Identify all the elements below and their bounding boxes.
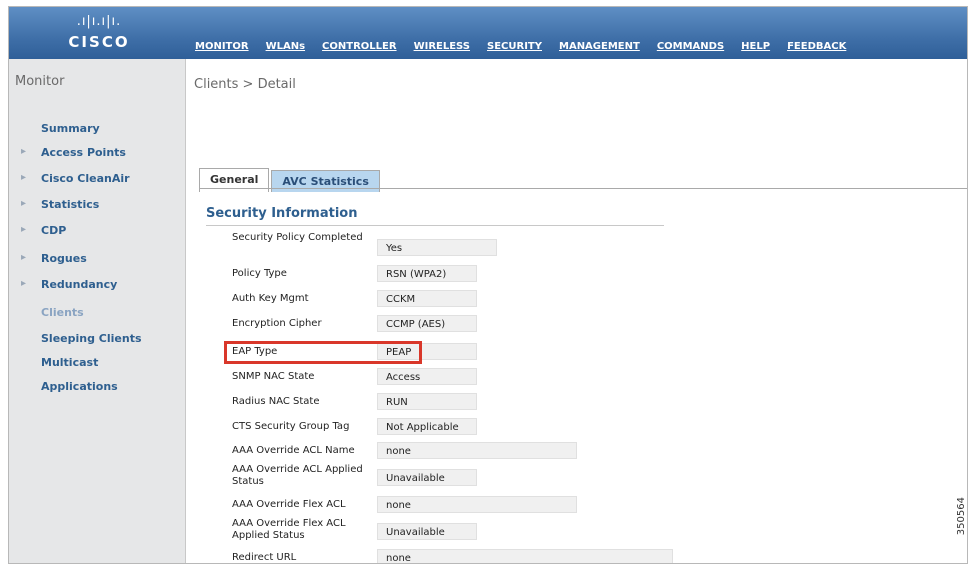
- sidebar-item-sleeping-clients[interactable]: Sleeping Clients: [41, 332, 142, 345]
- menu-management[interactable]: MANAGEMENT: [559, 41, 640, 52]
- label-policy-type: Policy Type: [232, 268, 287, 279]
- menu-monitor[interactable]: MONITOR: [195, 41, 249, 52]
- sidebar-title: Monitor: [15, 74, 65, 89]
- label-aaa-override-flex-acl-applied-status: AAA Override Flex ACL Applied Status: [232, 518, 346, 541]
- sidebar-item-cisco-cleanair[interactable]: Cisco CleanAir: [21, 172, 129, 185]
- value-snmp-nac-state: Access: [377, 368, 477, 385]
- label-redirect-url: Redirect URL: [232, 552, 297, 563]
- value-aaa-override-flex-acl: none: [377, 496, 577, 513]
- value-aaa-override-acl-name: none: [377, 442, 577, 459]
- value-radius-nac-state: RUN: [377, 393, 477, 410]
- main-menu: MONITOR WLANs CONTROLLER WIRELESS SECURI…: [195, 41, 863, 52]
- sidebar-item-summary[interactable]: Summary: [41, 122, 100, 135]
- menu-wireless[interactable]: WIRELESS: [414, 41, 470, 52]
- value-policy-type: RSN (WPA2): [377, 265, 477, 282]
- cisco-logo-text: CISCO: [68, 33, 130, 51]
- sidebar-item-applications[interactable]: Applications: [41, 380, 118, 393]
- menu-controller[interactable]: CONTROLLER: [322, 41, 397, 52]
- sidebar-item-rogues[interactable]: Rogues: [21, 252, 87, 265]
- value-auth-key-mgmt: CCKM: [377, 290, 477, 307]
- label-cts-security-group-tag: CTS Security Group Tag: [232, 421, 350, 432]
- sidebar-item-redundancy[interactable]: Redundancy: [21, 278, 117, 291]
- label-security-policy-completed: Security Policy Completed: [232, 232, 363, 243]
- label-auth-key-mgmt: Auth Key Mgmt: [232, 293, 309, 304]
- sidebar: Monitor Summary Access Points Cisco Clea…: [9, 59, 186, 563]
- app-window: .ı|ı.ı|ı. CISCO MONITOR WLANs CONTROLLER…: [8, 6, 968, 564]
- value-encryption-cipher: CCMP (AES): [377, 315, 477, 332]
- sidebar-item-cdp[interactable]: CDP: [21, 224, 66, 237]
- value-cts-security-group-tag: Not Applicable: [377, 418, 477, 435]
- value-aaa-override-flex-acl-applied-status: Unavailable: [377, 523, 477, 540]
- top-bar: .ı|ı.ı|ı. CISCO MONITOR WLANs CONTROLLER…: [9, 7, 967, 59]
- eap-type-highlight-box: [224, 341, 422, 364]
- label-encryption-cipher: Encryption Cipher: [232, 318, 322, 329]
- sidebar-item-clients[interactable]: Clients: [41, 306, 84, 319]
- breadcrumb: Clients > Detail: [194, 77, 296, 92]
- sidebar-item-statistics[interactable]: Statistics: [21, 198, 99, 211]
- menu-help[interactable]: HELP: [741, 41, 770, 52]
- label-aaa-override-acl-applied-status: AAA Override ACL Applied Status: [232, 464, 363, 487]
- menu-feedback[interactable]: FEEDBACK: [787, 41, 846, 52]
- menu-wlans[interactable]: WLANs: [266, 41, 305, 52]
- label-aaa-override-flex-acl: AAA Override Flex ACL: [232, 499, 346, 510]
- main-content: Clients > Detail General AVC Statistics …: [186, 59, 967, 563]
- menu-commands[interactable]: COMMANDS: [657, 41, 724, 52]
- figure-id-watermark: 350564: [956, 497, 967, 536]
- tab-divider: [199, 188, 967, 189]
- cisco-logo-bars-icon: .ı|ı.ı|ı.: [76, 14, 122, 29]
- section-divider: [206, 225, 664, 226]
- label-snmp-nac-state: SNMP NAC State: [232, 371, 315, 382]
- value-aaa-override-acl-applied-status: Unavailable: [377, 469, 477, 486]
- section-title: Security Information: [206, 206, 358, 221]
- menu-security[interactable]: SECURITY: [487, 41, 542, 52]
- label-radius-nac-state: Radius NAC State: [232, 396, 320, 407]
- sidebar-item-access-points[interactable]: Access Points: [21, 146, 126, 159]
- value-security-policy-completed: Yes: [377, 239, 497, 256]
- label-aaa-override-acl-name: AAA Override ACL Name: [232, 445, 355, 456]
- value-redirect-url: none: [377, 549, 673, 563]
- sidebar-item-multicast[interactable]: Multicast: [41, 356, 98, 369]
- cisco-logo[interactable]: .ı|ı.ı|ı. CISCO: [64, 15, 134, 55]
